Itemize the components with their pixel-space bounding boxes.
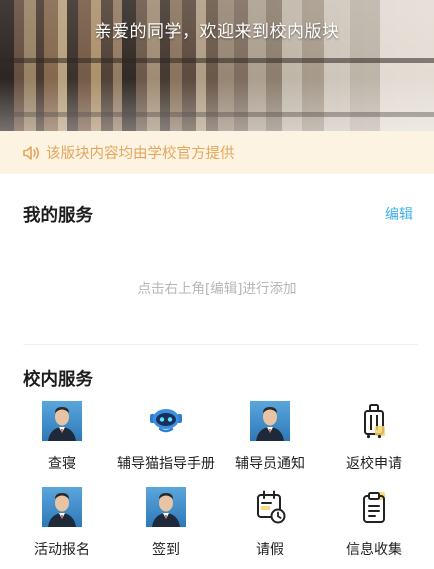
service-item-return-application[interactable]: 返校申请 — [320, 401, 428, 481]
portrait-icon — [42, 487, 82, 527]
section-divider — [23, 344, 418, 345]
service-item-label: 查寝 — [48, 456, 76, 472]
service-item-dorm-check[interactable]: 查寝 — [8, 401, 116, 481]
service-item-leave-request[interactable]: 请假 — [216, 487, 324, 567]
my-services-title: 我的服务 — [23, 206, 93, 226]
service-item-label: 请假 — [256, 542, 284, 558]
campus-services-title: 校内服务 — [23, 370, 93, 390]
service-item-check-in[interactable]: 签到 — [112, 487, 220, 567]
page: 亲爱的同学，欢迎来到校内版块 该版块内容均由学校官方提供 我的服务 编辑 点击右… — [0, 0, 434, 569]
service-item-event-signup[interactable]: 活动报名 — [8, 487, 116, 567]
service-item-label: 辅导猫指导手册 — [117, 456, 215, 472]
clipboard-icon — [354, 487, 394, 527]
portrait-icon — [146, 487, 186, 527]
service-item-label: 信息收集 — [346, 542, 402, 558]
edit-button[interactable]: 编辑 — [385, 204, 413, 224]
mascot-robot-icon — [146, 401, 186, 441]
service-item-info-collection[interactable]: 信息收集 — [320, 487, 428, 567]
service-item-label: 活动报名 — [34, 542, 90, 558]
banner-title: 亲爱的同学，欢迎来到校内版块 — [94, 22, 340, 42]
notice-text: 该版块内容均由学校官方提供 — [46, 146, 235, 162]
my-services-empty-hint: 点击右上角[编辑]进行添加 — [137, 281, 297, 297]
calendar-clock-icon — [250, 487, 290, 527]
speaker-icon — [22, 145, 42, 161]
notice-bar: 该版块内容均由学校官方提供 — [0, 131, 434, 174]
luggage-icon — [354, 401, 394, 441]
service-item-label: 辅导员通知 — [235, 456, 305, 472]
service-item-label: 签到 — [152, 542, 180, 558]
service-item-guide-manual[interactable]: 辅导猫指导手册 — [112, 401, 220, 481]
service-item-counselor-notice[interactable]: 辅导员通知 — [216, 401, 324, 481]
service-item-label: 返校申请 — [346, 456, 402, 472]
portrait-icon — [250, 401, 290, 441]
portrait-icon — [42, 401, 82, 441]
welcome-banner: 亲爱的同学，欢迎来到校内版块 — [0, 0, 434, 131]
